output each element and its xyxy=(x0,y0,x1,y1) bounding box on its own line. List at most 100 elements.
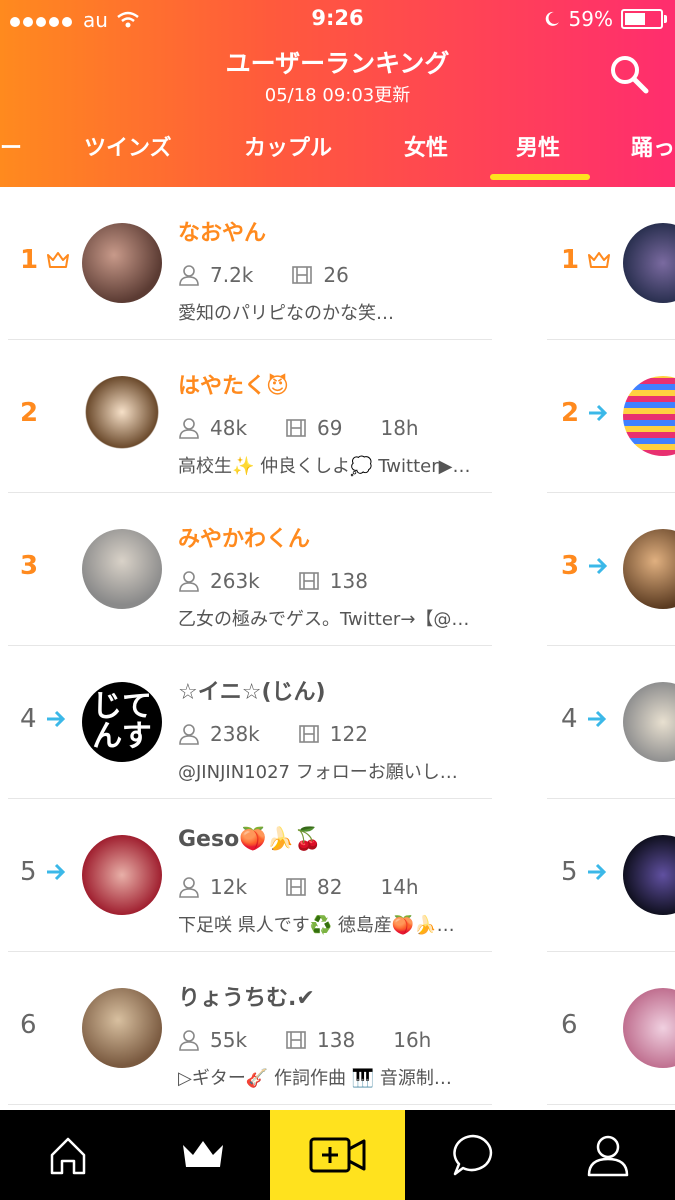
status-bar: au 9:26 59% xyxy=(0,0,675,38)
rank-number: 4 xyxy=(561,704,578,734)
next-list-row[interactable]: 2 xyxy=(547,340,675,493)
rank-number: 5 xyxy=(20,857,37,887)
follower-count: 48k xyxy=(210,416,248,440)
rank-indicator: 5 xyxy=(20,857,67,887)
rank-number: 3 xyxy=(561,551,580,581)
tab-twins[interactable]: ツインズ xyxy=(84,130,172,162)
rank-indicator: 3 xyxy=(20,551,38,581)
user-bio: 高校生✨ 仲良くしよ💭 Twitter▶… xyxy=(178,456,471,477)
user-name[interactable]: はやたく😈 xyxy=(178,368,289,400)
active-tab-indicator xyxy=(490,174,590,180)
arrow-right-icon xyxy=(46,863,65,881)
video-count-icon xyxy=(298,725,319,743)
user-avatar[interactable] xyxy=(623,988,675,1068)
rank-indicator: 2 xyxy=(561,398,609,428)
follower-icon xyxy=(179,724,199,745)
category-tabs: ー ツインズ カップル 女性 男性 踊っ xyxy=(0,130,675,170)
follower-icon xyxy=(179,1030,199,1051)
chat-icon xyxy=(452,1134,492,1176)
rank-indicator: 1 xyxy=(561,245,611,275)
rank-indicator: 1 xyxy=(20,245,70,275)
next-list-row[interactable]: 4 xyxy=(547,646,675,799)
user-bio: 下足咲 県人です♻️ 徳島産🍑🍌… xyxy=(178,915,455,936)
next-list-row[interactable]: 1 xyxy=(547,187,675,340)
rank-number: 4 xyxy=(20,704,37,734)
arrow-right-icon xyxy=(589,404,608,422)
user-avatar[interactable] xyxy=(82,835,162,915)
rank-indicator: 5 xyxy=(561,857,608,887)
tab-couple[interactable]: カップル xyxy=(244,130,332,162)
rank-number: 2 xyxy=(561,398,580,428)
ranking-list: 1 なおやん 7.2k 26 愛知のパリピなのかな笑… 2 はやたく😈 48k 69 18h 高校生… xyxy=(0,187,675,1110)
tab-dance[interactable]: 踊っ xyxy=(631,130,675,162)
ranking-row[interactable]: 5 Geso🍑🍌🍒 12k 82 14h 下足咲 県人です♻️ 徳島産🍑🍌… xyxy=(0,799,510,952)
rank-indicator: 6 xyxy=(561,1010,578,1040)
user-avatar[interactable] xyxy=(82,376,162,456)
arrow-right-icon xyxy=(587,710,606,728)
arrow-right-icon xyxy=(587,863,606,881)
user-avatar[interactable]: じて んす xyxy=(82,682,162,762)
tab-female[interactable]: 女性 xyxy=(404,130,448,162)
tab-ranking[interactable] xyxy=(135,1110,270,1200)
user-avatar[interactable] xyxy=(623,529,675,609)
rank-indicator: 4 xyxy=(20,704,67,734)
follower-count: 7.2k xyxy=(210,263,254,287)
ranking-row[interactable]: 3 みやかわくん 263k 138 乙女の極みでゲス。Twitter→【@… xyxy=(0,493,510,646)
tab-male[interactable]: 男性 xyxy=(516,130,560,162)
user-avatar[interactable] xyxy=(82,223,162,303)
tab-prev[interactable]: ー xyxy=(0,130,22,162)
row-divider xyxy=(8,1104,492,1105)
user-avatar[interactable] xyxy=(82,529,162,609)
follower-icon xyxy=(179,877,199,898)
follower-count: 238k xyxy=(210,722,260,746)
tab-messages[interactable] xyxy=(405,1110,540,1200)
moon-icon xyxy=(545,11,559,26)
user-stats: 55k 138 16h xyxy=(178,1028,431,1052)
video-count: 26 xyxy=(323,263,349,287)
user-stats: 48k 69 18h xyxy=(178,416,419,440)
next-list-row[interactable]: 3 xyxy=(547,493,675,646)
video-count-icon xyxy=(286,878,306,896)
updated-time: 05/18 09:03更新 xyxy=(264,85,411,106)
bottom-tab-bar xyxy=(0,1110,675,1200)
video-count-icon xyxy=(298,572,319,590)
user-bio: 乙女の極みでゲス。Twitter→【@… xyxy=(178,609,470,630)
ranking-row[interactable]: 6 りょうちむ.✔ 55k 138 16h ▷ギター🎸 作詞作曲 🎹 音源制… xyxy=(0,952,510,1105)
user-bio: ▷ギター🎸 作詞作曲 🎹 音源制… xyxy=(178,1068,452,1089)
video-count: 69 xyxy=(317,416,343,440)
video-count-icon xyxy=(286,419,306,437)
user-avatar[interactable] xyxy=(82,988,162,1068)
rank-number: 5 xyxy=(561,857,578,887)
user-name[interactable]: みやかわくん xyxy=(178,521,310,553)
user-bio: @JINJIN1027 フォローお願いし… xyxy=(178,762,458,783)
user-name[interactable]: Geso🍑🍌🍒 xyxy=(178,827,321,852)
follower-count: 263k xyxy=(210,569,260,593)
user-avatar[interactable] xyxy=(623,682,675,762)
rank-indicator: 3 xyxy=(561,551,609,581)
user-name[interactable]: りょうちむ.✔ xyxy=(178,980,315,1012)
last-active: 14h xyxy=(380,875,419,899)
user-name[interactable]: ☆イニ☆(じん) xyxy=(178,674,326,706)
tab-home[interactable] xyxy=(0,1110,135,1200)
video-count-icon xyxy=(286,1031,306,1049)
ranking-row[interactable]: 4 じて んす ☆イニ☆(じん) 238k 122 @JINJIN1027 フォローお願いし… xyxy=(0,646,510,799)
follower-count: 12k xyxy=(210,875,248,899)
ranking-row[interactable]: 1 なおやん 7.2k 26 愛知のパリピなのかな笑… xyxy=(0,187,510,340)
user-bio: 愛知のパリピなのかな笑… xyxy=(178,303,394,324)
user-avatar[interactable] xyxy=(623,223,675,303)
tab-record[interactable] xyxy=(270,1110,405,1200)
crown-icon xyxy=(588,252,611,268)
rank-number: 1 xyxy=(561,245,580,275)
next-list-row[interactable]: 5 xyxy=(547,799,675,952)
tab-profile[interactable] xyxy=(540,1110,675,1200)
user-avatar[interactable] xyxy=(623,835,675,915)
video-count: 138 xyxy=(329,569,368,593)
video-count-icon xyxy=(292,266,313,284)
next-list-row[interactable]: 6 xyxy=(547,952,675,1105)
header: au 9:26 59% ユーザーランキング 05/18 09:03更新 ー ツイ… xyxy=(0,0,675,187)
ranking-row[interactable]: 2 はやたく😈 48k 69 18h 高校生✨ 仲良くしよ💭 Twitter▶… xyxy=(0,340,510,493)
arrow-right-icon xyxy=(589,557,608,575)
user-name[interactable]: なおやん xyxy=(178,215,266,247)
search-icon[interactable] xyxy=(609,54,649,94)
user-avatar[interactable] xyxy=(623,376,675,456)
